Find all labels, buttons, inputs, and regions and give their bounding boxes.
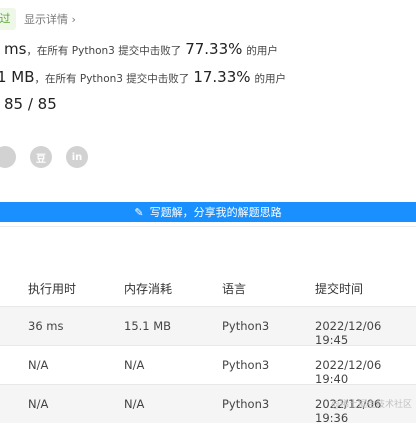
table-row[interactable]: 36 ms 15.1 MB Python3 2022/12/06 19:45 <box>0 306 416 347</box>
memory-suffix: 的用户 <box>254 73 287 85</box>
runtime-prefix: ，在所有 Python3 提交中击败了 <box>26 45 182 57</box>
header-submit-time: 提交时间 <box>315 282 364 296</box>
testcases-passed: 85 / 85 <box>4 95 57 113</box>
memory-value: 1 MB <box>0 68 35 86</box>
runtime-suffix: 的用户 <box>246 45 278 57</box>
memory-percent: 17.33% <box>193 68 251 86</box>
qq-icon[interactable] <box>0 146 16 168</box>
table-row[interactable]: N/A N/A Python3 2022/12/06 19:40 <box>0 345 416 386</box>
cell-language: Python3 <box>222 358 270 372</box>
show-details-link[interactable]: 显示详情 › <box>24 11 76 27</box>
share-icons: 豆 in <box>0 146 88 168</box>
header-runtime: 执行用时 <box>28 282 77 296</box>
cell-language: Python3 <box>222 319 270 333</box>
divider <box>0 226 416 227</box>
submissions-table-header: 执行用时 内存消耗 语言 提交时间 <box>0 266 416 306</box>
status-badge: 过 <box>0 8 16 30</box>
header-language: 语言 <box>222 282 247 296</box>
douban-icon[interactable]: 豆 <box>30 146 52 168</box>
cell-runtime: 36 ms <box>28 319 64 333</box>
memory-stat-row: 1 MB ，在所有 Python3 提交中击败了 17.33% 的用户 <box>0 68 286 92</box>
write-solution-button[interactable]: ✎ 写题解，分享我的解题思路 <box>0 202 416 222</box>
header-memory: 内存消耗 <box>124 282 173 296</box>
write-solution-label: 写题解，分享我的解题思路 <box>149 206 282 219</box>
show-details-label: 显示详情 <box>24 13 68 26</box>
chevron-right-icon: › <box>71 13 76 26</box>
cell-language: Python3 <box>222 397 270 411</box>
linkedin-icon[interactable]: in <box>66 146 88 168</box>
pencil-icon: ✎ <box>134 205 144 219</box>
runtime-value: ms <box>4 40 27 58</box>
cell-runtime: N/A <box>28 397 49 411</box>
watermark: @稀土掘金技术社区 <box>330 400 412 410</box>
cell-submit-time: 2022/12/06 19:40 <box>315 358 382 386</box>
runtime-percent: 77.33% <box>185 40 243 58</box>
cell-memory: 15.1 MB <box>124 319 172 333</box>
cell-memory: N/A <box>124 358 145 372</box>
cell-memory: N/A <box>124 397 145 411</box>
cell-submit-time: 2022/12/06 19:45 <box>315 319 382 347</box>
runtime-stat-row: ms ，在所有 Python3 提交中击败了 77.33% 的用户 <box>0 40 278 64</box>
memory-prefix: ，在所有 Python3 提交中击败了 <box>34 73 190 85</box>
cell-runtime: N/A <box>28 358 49 372</box>
